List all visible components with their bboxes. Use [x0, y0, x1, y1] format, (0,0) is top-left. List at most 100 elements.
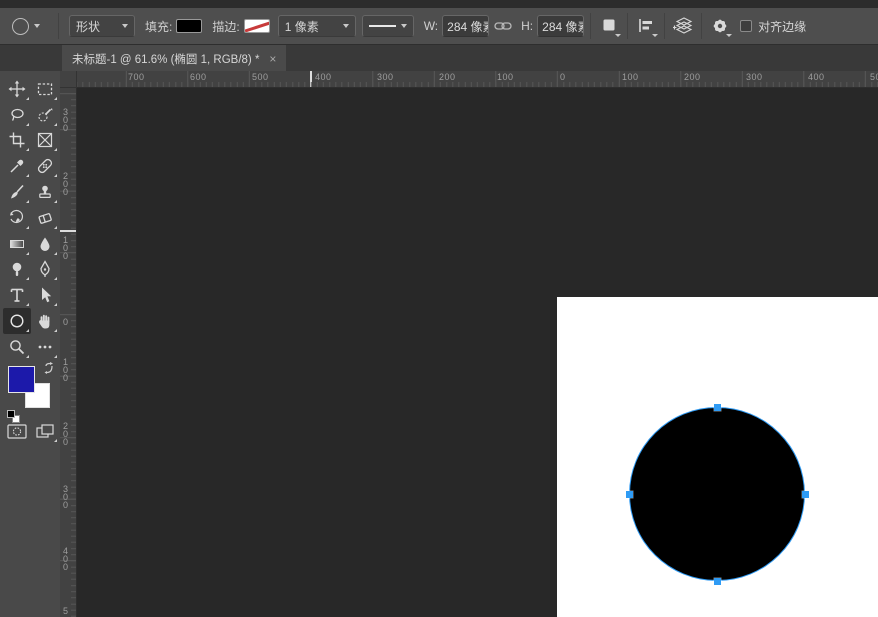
spot-healing-brush-tool[interactable] [31, 153, 59, 179]
screen-mode-button[interactable] [31, 418, 59, 444]
ruler-tick-label: 1 0 0 [63, 357, 69, 383]
move-tool[interactable] [3, 76, 31, 102]
ruler-tick-label: 5 [63, 606, 69, 616]
height-input[interactable]: 284 像素 [537, 15, 585, 37]
divider [627, 13, 629, 39]
ruler-tick-label: 300 [746, 72, 763, 82]
window-top-strip [0, 0, 878, 8]
anchor-handle[interactable] [713, 403, 721, 411]
crop-tool[interactable] [3, 128, 31, 154]
anchor-handle[interactable] [625, 490, 633, 498]
anchor-handle[interactable] [713, 577, 721, 585]
align-edges-label: 对齐边缘 [758, 19, 807, 34]
ruler-tick-label: 600 [190, 72, 207, 82]
edit-toolbar-button[interactable] [31, 334, 59, 360]
eraser-tool[interactable] [31, 205, 59, 231]
tool-preset-picker[interactable] [0, 17, 52, 35]
brush-tool[interactable] [3, 179, 31, 205]
canvas-pasteboard[interactable] [77, 88, 878, 617]
blur-tool[interactable] [31, 231, 59, 257]
ruler-tick-label: 0 [63, 317, 69, 327]
link-dimensions-button[interactable] [491, 14, 515, 38]
dodge-tool[interactable] [3, 257, 31, 283]
no-color-slash-icon [244, 20, 269, 32]
zoom-tool[interactable] [3, 334, 31, 360]
history-brush-tool[interactable] [3, 205, 31, 231]
stroke-style-dropdown[interactable] [361, 15, 414, 37]
width-label: W: [423, 19, 439, 33]
anchor-handle[interactable] [801, 490, 809, 498]
ruler-tick-label: 100 [497, 72, 514, 82]
shape-mode-dropdown[interactable]: 形状 [69, 15, 135, 37]
ruler-tick-label: 0 [560, 72, 566, 82]
ruler-tick-label: 500 [870, 72, 878, 82]
fill-label: 填充: [145, 19, 173, 34]
path-alignment-button[interactable] [634, 14, 659, 38]
ruler-tick-label: 2 0 0 [63, 421, 69, 447]
ellipse-preset-icon [12, 17, 29, 35]
ruler-tick-label: 400 [315, 72, 332, 82]
path-alignment-icon [639, 19, 653, 32]
stroke-label: 描边: [212, 19, 240, 34]
path-operations-icon [603, 19, 615, 31]
shape-options-button[interactable] [708, 14, 733, 38]
options-bar: 形状 填充: 描边: 1 像素 W: 284 像素 H: [0, 8, 878, 44]
tools-panel [0, 71, 60, 617]
chevron-down-icon [342, 24, 349, 28]
quick-mask-icon [7, 423, 27, 439]
shape-ellipse[interactable] [629, 407, 805, 581]
ruler-tick-label: 200 [439, 72, 456, 82]
swap-colors-icon[interactable] [43, 362, 56, 375]
stroke-color-swatch[interactable] [243, 19, 270, 33]
chevron-down-icon [34, 24, 40, 28]
ruler-tick-label: 4 0 0 [63, 546, 69, 572]
tab-close-button[interactable]: × [269, 52, 276, 66]
clone-stamp-tool[interactable] [31, 179, 59, 205]
pen-tool[interactable] [31, 257, 59, 283]
type-tool[interactable] [3, 282, 31, 308]
frame-tool[interactable] [31, 128, 59, 154]
foreground-color-swatch[interactable] [8, 366, 35, 393]
document-tab[interactable]: 未标题-1 @ 61.6% (椭圆 1, RGB/8) * × [62, 45, 287, 72]
chevron-down-icon [400, 24, 407, 28]
ellipse-tool[interactable] [3, 308, 31, 334]
width-input[interactable]: 284 像素 [442, 15, 490, 37]
ruler-tick-label: 200 [684, 72, 701, 82]
horizontal-ruler[interactable]: 700 600 500 400 300 200 100 0 100 200 300 400 500 [77, 71, 878, 88]
divider [590, 13, 592, 39]
document-tab-bar: 未标题-1 @ 61.6% (椭圆 1, RGB/8) * × [0, 44, 878, 72]
gradient-tool[interactable] [3, 231, 31, 257]
ruler-tick-label: 100 [622, 72, 639, 82]
lasso-tool[interactable] [3, 102, 31, 128]
shape-mode-label: 形状 [76, 19, 101, 34]
eyedropper-tool[interactable] [3, 153, 31, 179]
document-tab-title: 未标题-1 @ 61.6% (椭圆 1, RGB/8) * [72, 53, 260, 66]
ruler-tick-label: 500 [252, 72, 269, 82]
quick-selection-tool[interactable] [31, 102, 59, 128]
rectangular-marquee-tool[interactable] [31, 76, 59, 102]
ruler-tick-label: 700 [128, 72, 145, 82]
stacked-layers-icon [673, 17, 693, 34]
vertical-ruler[interactable]: 3 0 0 2 0 0 1 0 0 0 1 0 0 2 0 0 3 0 0 4 0 0 5 [60, 88, 77, 617]
path-arrangement-button[interactable] [671, 14, 695, 38]
gradient-chip-icon [10, 239, 24, 248]
stroke-width-dropdown[interactable]: 1 像素 [277, 15, 356, 37]
ruler-tick-label: 300 [377, 72, 394, 82]
ruler-tick-label: 1 0 0 [63, 235, 69, 261]
v-ruler-cursor-marker [60, 230, 76, 232]
path-operations-button[interactable] [597, 14, 622, 38]
ruler-origin-corner[interactable] [60, 71, 77, 88]
height-label: H: [521, 19, 534, 33]
gear-icon [713, 19, 727, 33]
fill-color-swatch[interactable] [176, 19, 203, 33]
screen-mode-icon [36, 424, 54, 438]
align-edges-checkbox[interactable] [740, 20, 753, 32]
ellipsis-icon [38, 345, 52, 349]
h-ruler-cursor-marker [310, 71, 312, 87]
quick-mask-button[interactable] [3, 418, 31, 444]
path-selection-tool[interactable] [31, 282, 59, 308]
height-value: 284 像素 [542, 19, 583, 34]
ruler-tick-label: 3 0 0 [63, 484, 69, 510]
hand-tool[interactable] [31, 308, 59, 334]
stroke-width-value: 1 像素 [284, 19, 319, 34]
